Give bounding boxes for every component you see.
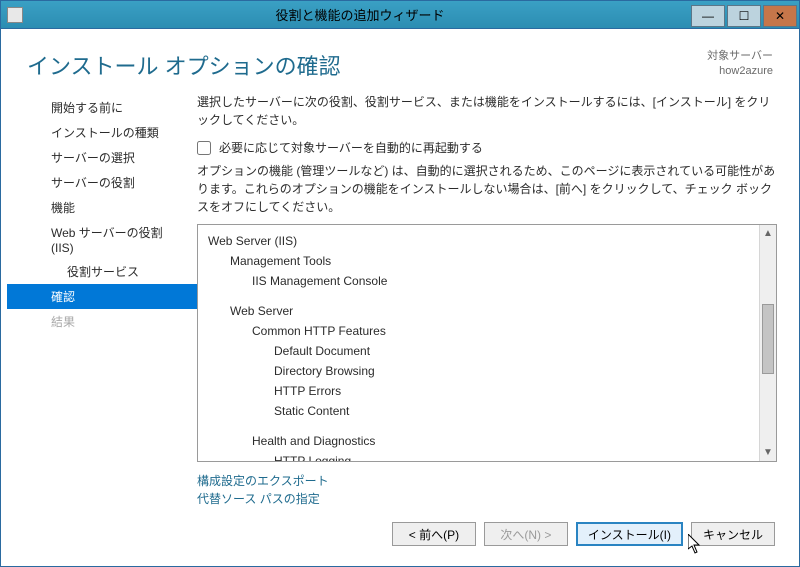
- role-line: HTTP Logging: [202, 451, 759, 461]
- maximize-icon: ☐: [739, 9, 750, 23]
- role-line: Directory Browsing: [202, 361, 759, 381]
- scrollbar[interactable]: ▲ ▼: [759, 225, 776, 461]
- nav-item-8: 結果: [7, 309, 197, 334]
- title-bar: 役割と機能の追加ウィザード — ☐ ✕: [1, 1, 799, 29]
- nav-item-3[interactable]: サーバーの役割: [7, 170, 197, 195]
- nav-item-1[interactable]: インストールの種類: [7, 120, 197, 145]
- auto-restart-checkbox[interactable]: [197, 141, 211, 155]
- maximize-button[interactable]: ☐: [727, 5, 761, 27]
- role-line: [202, 421, 759, 431]
- role-line: Default Document: [202, 341, 759, 361]
- optional-features-note: オプションの機能 (管理ツールなど) は、自動的に選択されるため、このページに表…: [197, 162, 777, 224]
- nav-item-6[interactable]: 役割サービス: [7, 259, 197, 284]
- cancel-button[interactable]: キャンセル: [691, 522, 775, 546]
- install-instruction: 選択したサーバーに次の役割、役割サービス、または機能をインストールするには、[イ…: [197, 89, 777, 139]
- roles-listbox: Web Server (IIS)Management ToolsIIS Mana…: [197, 224, 777, 462]
- role-line: Common HTTP Features: [202, 321, 759, 341]
- nav-item-4[interactable]: 機能: [7, 195, 197, 220]
- role-line: Web Server (IIS): [202, 231, 759, 251]
- close-icon: ✕: [775, 9, 785, 23]
- role-line: Static Content: [202, 401, 759, 421]
- window-title: 役割と機能の追加ウィザード: [29, 5, 691, 24]
- next-button[interactable]: 次へ(N) >: [484, 522, 568, 546]
- role-line: Web Server: [202, 301, 759, 321]
- target-server-label: 対象サーバー: [707, 49, 773, 64]
- app-icon: [7, 7, 23, 23]
- role-line: IIS Management Console: [202, 271, 759, 291]
- minimize-icon: —: [702, 9, 714, 23]
- wizard-footer: < 前へ(P) 次へ(N) > インストール(I) キャンセル: [7, 512, 793, 560]
- roles-list-content: Web Server (IIS)Management ToolsIIS Mana…: [198, 225, 759, 461]
- role-line: Health and Diagnostics: [202, 431, 759, 451]
- role-line: HTTP Errors: [202, 381, 759, 401]
- content-area: インストール オプションの確認 対象サーバー how2azure 開始する前にイ…: [1, 29, 799, 566]
- scroll-down-button[interactable]: ▼: [760, 444, 776, 461]
- export-config-link[interactable]: 構成設定のエクスポート: [197, 472, 777, 490]
- role-line: Management Tools: [202, 251, 759, 271]
- install-button[interactable]: インストール(I): [576, 522, 683, 546]
- nav-item-7[interactable]: 確認: [7, 284, 197, 309]
- target-server-block: 対象サーバー how2azure: [707, 49, 773, 80]
- minimize-button[interactable]: —: [691, 5, 725, 27]
- target-server-name: how2azure: [707, 64, 773, 79]
- links-block: 構成設定のエクスポート 代替ソース パスの指定: [197, 462, 777, 508]
- auto-restart-label: 必要に応じて対象サーバーを自動的に再起動する: [219, 139, 483, 156]
- page-title: インストール オプションの確認: [27, 49, 707, 81]
- wizard-window: 役割と機能の追加ウィザード — ☐ ✕ インストール オプションの確認 対象サー…: [0, 0, 800, 567]
- role-line: [202, 291, 759, 301]
- nav-item-2[interactable]: サーバーの選択: [7, 145, 197, 170]
- scroll-thumb[interactable]: [762, 304, 774, 374]
- main-panel: 選択したサーバーに次の役割、役割サービス、または機能をインストールするには、[イ…: [197, 89, 789, 512]
- nav-item-0[interactable]: 開始する前に: [7, 95, 197, 120]
- alt-source-path-link[interactable]: 代替ソース パスの指定: [197, 490, 777, 508]
- auto-restart-row[interactable]: 必要に応じて対象サーバーを自動的に再起動する: [197, 139, 777, 162]
- nav-item-5[interactable]: Web サーバーの役割 (IIS): [7, 220, 197, 259]
- scroll-up-button[interactable]: ▲: [760, 225, 776, 242]
- wizard-nav: 開始する前にインストールの種類サーバーの選択サーバーの役割機能Web サーバーの…: [7, 89, 197, 512]
- close-button[interactable]: ✕: [763, 5, 797, 27]
- prev-button[interactable]: < 前へ(P): [392, 522, 476, 546]
